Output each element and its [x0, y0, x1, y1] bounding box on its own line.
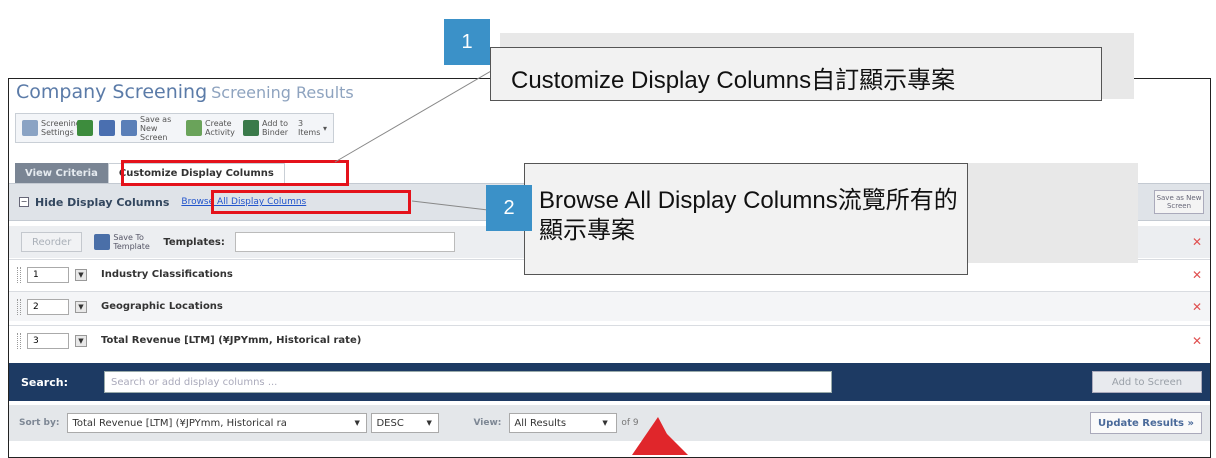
sort-order-select[interactable]: DESC ▼: [371, 413, 440, 433]
add-to-binder-label: Add to Binder: [262, 119, 289, 137]
create-activity-button[interactable]: Create Activity: [186, 119, 237, 137]
highlight-customize-tab: [121, 160, 349, 186]
chevron-down-icon[interactable]: ▼: [75, 300, 87, 313]
highlight-browse-link: [211, 190, 411, 214]
save-as-new-screen-side-button[interactable]: Save as New Screen: [1154, 190, 1204, 214]
remove-icon[interactable]: ✕: [1192, 268, 1202, 282]
save-as-new-screen-button[interactable]: Save as New Screen: [121, 115, 180, 142]
add-to-screen-button[interactable]: Add to Screen: [1092, 371, 1202, 393]
collapse-icon[interactable]: −: [19, 197, 29, 207]
items-dropdown[interactable]: 3 Items ▾: [298, 119, 327, 137]
excel-export-button[interactable]: [77, 120, 93, 136]
save-icon: [121, 120, 137, 136]
chevron-down-icon: ▼: [602, 419, 608, 427]
activity-icon: [186, 120, 202, 136]
page-title: Company Screening Screening Results: [16, 81, 354, 103]
callout-badge-1: 1: [444, 19, 490, 65]
view-value: All Results: [514, 417, 567, 429]
sort-bar: Sort by: Total Revenue [LTM] (¥JPYmm, Hi…: [9, 405, 1210, 441]
column-row: 2 ▼ Geographic Locations ✕: [9, 291, 1210, 321]
column-name: Geographic Locations: [101, 301, 223, 312]
excel-icon: [77, 120, 93, 136]
chevron-down-icon[interactable]: ▼: [75, 268, 87, 281]
close-icon[interactable]: ✕: [1192, 235, 1202, 249]
search-label: Search:: [21, 375, 68, 389]
word-export-button[interactable]: [99, 120, 115, 136]
templates-select[interactable]: [234, 232, 455, 252]
remove-icon[interactable]: ✕: [1192, 334, 1202, 348]
view-label: View:: [473, 418, 502, 428]
app-subtitle: Screening Results: [211, 83, 354, 102]
create-activity-label: Create Activity: [205, 119, 235, 137]
column-order-select[interactable]: 3: [27, 332, 69, 349]
document-icon: [99, 120, 115, 136]
templates-label: Templates:: [163, 236, 225, 248]
column-name: Industry Classifications: [101, 269, 233, 280]
column-name: Total Revenue [LTM] (¥JPYmm, Historical …: [101, 335, 362, 346]
callout-customize-text: Customize Display Columns自訂顯示專案: [511, 67, 956, 94]
app-title: Company Screening: [16, 81, 208, 103]
save-as-label: Save as New Screen: [140, 114, 172, 142]
callout-customize: Customize Display Columns自訂顯示專案: [490, 47, 1102, 101]
tab-view-criteria[interactable]: View Criteria: [15, 163, 108, 183]
chevron-down-icon: ▾: [323, 123, 328, 133]
column-row: 3 ▼ Total Revenue [LTM] (¥JPYmm, Histori…: [9, 325, 1210, 355]
search-input[interactable]: Search or add display columns ...: [103, 371, 832, 393]
red-arrow-icon: [632, 417, 688, 455]
chevron-down-icon: ▼: [426, 419, 432, 427]
reorder-button[interactable]: Reorder: [21, 232, 83, 252]
screening-settings-label: Screening Settings: [41, 119, 81, 137]
sort-by-value: Total Revenue [LTM] (¥JPYmm, Historical …: [72, 417, 287, 429]
screening-settings-button[interactable]: Screening Settings: [22, 119, 81, 137]
drag-handle-icon[interactable]: [17, 266, 21, 283]
sort-order-value: DESC: [376, 417, 404, 429]
remove-icon[interactable]: ✕: [1192, 300, 1202, 314]
toolbar: Screening Settings Save as New Screen Cr…: [15, 113, 335, 143]
template-icon: [94, 234, 111, 250]
view-select[interactable]: All Results ▼: [509, 413, 618, 433]
column-order-select[interactable]: 2: [27, 298, 69, 315]
save-to-template-button[interactable]: Save To Template: [94, 233, 150, 251]
drag-handle-icon[interactable]: [17, 332, 21, 349]
column-order-select[interactable]: 1: [27, 266, 69, 283]
settings-icon: [22, 120, 38, 136]
search-bar: Search: Search or add display columns ..…: [9, 363, 1210, 401]
callout-badge-2: 2: [486, 185, 532, 231]
save-to-template-label: Save To Template: [113, 233, 150, 251]
sort-by-label: Sort by:: [19, 418, 60, 428]
callout-browse: Browse All Display Columns流覽所有的顯示專案: [524, 163, 968, 275]
callout-browse-text: Browse All Display Columns流覽所有的顯示專案: [539, 187, 958, 244]
chevron-down-icon[interactable]: ▼: [75, 334, 87, 347]
update-results-button[interactable]: Update Results »: [1090, 412, 1202, 434]
binder-icon: [243, 120, 259, 136]
chevron-down-icon: ▼: [354, 419, 360, 427]
items-count-label: 3 Items: [298, 119, 321, 137]
sort-by-select[interactable]: Total Revenue [LTM] (¥JPYmm, Historical …: [67, 413, 368, 433]
drag-handle-icon[interactable]: [17, 298, 21, 315]
add-to-binder-button[interactable]: Add to Binder: [243, 119, 292, 137]
hide-display-columns-label[interactable]: Hide Display Columns: [35, 196, 169, 209]
